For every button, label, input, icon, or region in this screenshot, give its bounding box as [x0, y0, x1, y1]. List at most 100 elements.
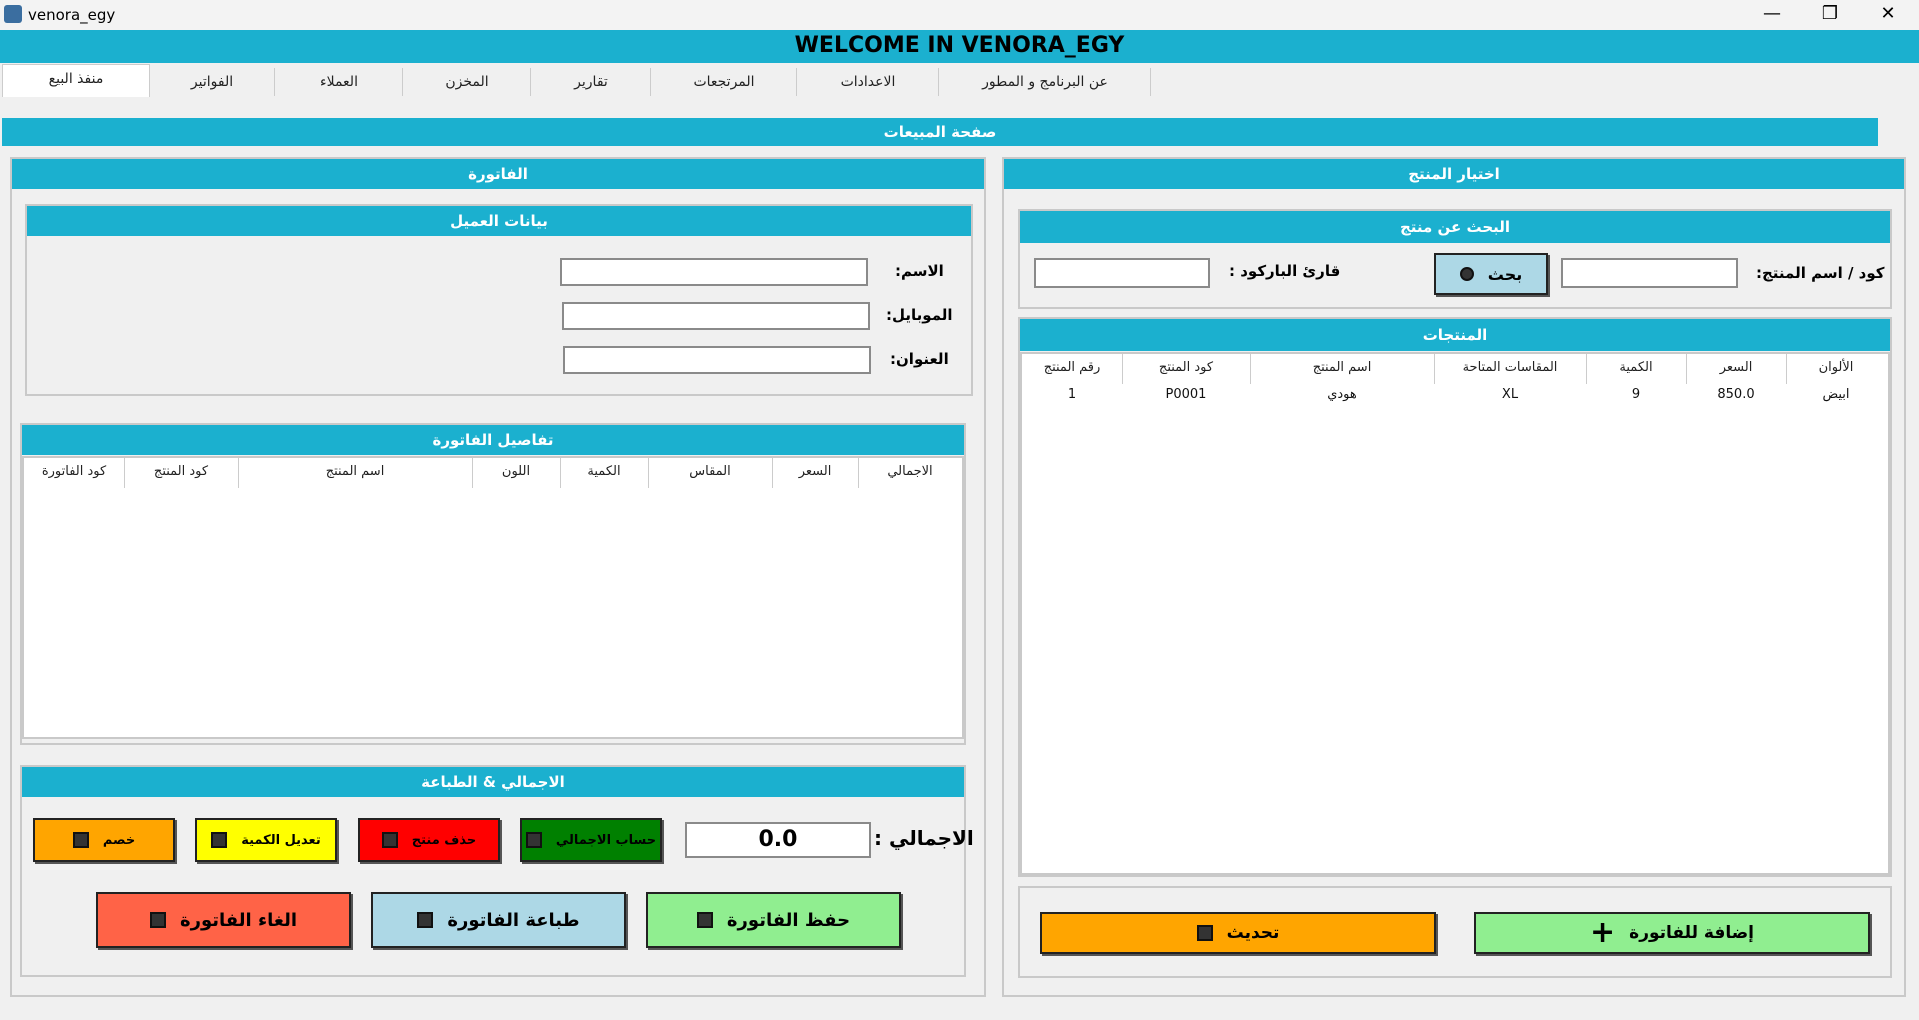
trash-icon [381, 832, 398, 848]
col-size[interactable]: المقاس [648, 464, 772, 479]
cell-color[interactable]: ابيض [1786, 387, 1886, 402]
search-icon [1459, 267, 1474, 281]
col-divider [858, 458, 859, 488]
app-icon [4, 5, 22, 23]
add-to-invoice-button[interactable]: إضافة للفاتورة + [1474, 912, 1870, 954]
discount-label: خصم [102, 832, 136, 848]
invoice-details-table[interactable]: الاجمالي السعر المقاس الكمية اللون اسم ا… [22, 456, 964, 739]
plus-icon: + [1590, 915, 1616, 950]
cell-sizes[interactable]: XL [1434, 387, 1586, 402]
col-product-code[interactable]: كود المنتج [1122, 360, 1250, 375]
save-invoice-button[interactable]: حفظ الفاتورة [646, 892, 901, 948]
window-titlebar: venora_egy — ❐ ✕ [0, 0, 1919, 30]
total-label: الاجمالي : [874, 826, 974, 850]
edit-qty-label: تعديل الكمية [241, 832, 321, 848]
search-title: البحث عن منتج [1020, 211, 1890, 243]
discount-icon [72, 832, 89, 848]
product-code-input[interactable] [1561, 258, 1738, 288]
col-color[interactable]: اللون [472, 464, 560, 479]
tab-customers[interactable]: العملاء [276, 68, 403, 96]
col-divider [1686, 354, 1687, 384]
col-invoice-code[interactable]: كود الفاتورة [24, 464, 124, 479]
col-divider [772, 458, 773, 488]
col-price[interactable]: السعر [772, 464, 858, 479]
refresh-button[interactable]: تحديث [1040, 912, 1436, 954]
calc-total-button[interactable]: حساب الاجمالي [520, 818, 662, 862]
tab-about[interactable]: عن البرنامج و المطور [940, 68, 1151, 96]
edit-icon [211, 832, 228, 848]
products-table[interactable]: الألوان السعر الكمية المقاسات المتاحة اس… [1020, 352, 1890, 875]
cell-product-number[interactable]: 1 [1022, 387, 1122, 402]
refresh-label: تحديث [1226, 923, 1280, 943]
col-divider [1586, 354, 1587, 384]
customer-mobile-input[interactable] [562, 302, 870, 330]
customer-address-label: العنوان: [890, 350, 949, 368]
customer-address-input[interactable] [563, 346, 871, 374]
invoice-title: الفاتورة [12, 159, 984, 189]
trash-icon [150, 912, 166, 928]
discount-button[interactable]: خصم [33, 818, 175, 862]
barcode-label: قارئ الباركود : [1229, 262, 1341, 280]
product-code-label: كود / اسم المنتج: [1756, 264, 1885, 282]
invoice-details-title: تفاصيل الفاتورة [22, 425, 964, 455]
total-value: 0.0 [685, 822, 871, 858]
cell-quantity[interactable]: 9 [1586, 387, 1686, 402]
print-invoice-label: طباعة الفاتورة [447, 909, 580, 931]
totals-title: الاجمالي & الطباعة [22, 767, 964, 797]
search-button[interactable]: بحث [1434, 253, 1548, 295]
col-divider [1786, 354, 1787, 384]
tab-pos[interactable]: منفذ البيع [2, 64, 150, 97]
calculator-icon [525, 832, 542, 848]
col-divider [1122, 354, 1123, 384]
edit-qty-button[interactable]: تعديل الكمية [195, 818, 337, 862]
col-divider [472, 458, 473, 488]
customer-mobile-label: الموبايل: [886, 306, 953, 324]
delete-product-button[interactable]: حذف منتج [358, 818, 500, 862]
print-invoice-button[interactable]: طباعة الفاتورة [371, 892, 626, 948]
tab-invoices[interactable]: الفواتير [150, 68, 275, 96]
customer-title: بيانات العميل [27, 206, 971, 236]
tab-returns[interactable]: المرتجعات [652, 68, 797, 96]
col-divider [238, 458, 239, 488]
customer-name-input[interactable] [560, 258, 868, 286]
tab-inventory[interactable]: المخزن [404, 68, 531, 96]
col-divider [1434, 354, 1435, 384]
add-to-invoice-label: إضافة للفاتورة [1629, 923, 1754, 943]
refresh-icon [1196, 925, 1213, 941]
col-divider [124, 458, 125, 488]
save-icon [696, 912, 713, 928]
products-title: المنتجات [1020, 319, 1890, 351]
col-product-name[interactable]: اسم المنتج [238, 464, 472, 479]
tab-reports[interactable]: تقارير [532, 68, 651, 96]
close-button[interactable]: ✕ [1859, 0, 1917, 30]
col-colors[interactable]: الألوان [1786, 360, 1886, 375]
calc-total-label: حساب الاجمالي [555, 832, 657, 848]
main-tabs: منفذ البيع الفواتير العملاء المخزن تقاري… [0, 64, 1919, 97]
delete-product-label: حذف منتج [411, 832, 477, 848]
col-divider [1250, 354, 1251, 384]
col-divider [560, 458, 561, 488]
cancel-invoice-button[interactable]: الغاء الفاتورة [96, 892, 351, 948]
welcome-text: WELCOME IN VENORA_EGY [794, 33, 1125, 58]
minimize-button[interactable]: — [1743, 0, 1801, 30]
save-invoice-label: حفظ الفاتورة [726, 909, 851, 931]
col-divider [648, 458, 649, 488]
cell-product-code[interactable]: P0001 [1122, 387, 1250, 402]
cell-price[interactable]: 850.0 [1686, 387, 1786, 402]
welcome-banner: WELCOME IN VENORA_EGY [0, 30, 1919, 63]
barcode-input[interactable] [1034, 258, 1210, 288]
col-product-number[interactable]: رقم المنتج [1022, 360, 1122, 375]
maximize-button[interactable]: ❐ [1801, 0, 1859, 30]
cell-product-name[interactable]: هودي [1250, 387, 1434, 402]
cancel-invoice-label: الغاء الفاتورة [180, 909, 297, 931]
customer-name-label: الاسم: [895, 262, 944, 280]
col-product-name[interactable]: اسم المنتج [1250, 360, 1434, 375]
col-sizes[interactable]: المقاسات المتاحة [1434, 360, 1586, 375]
col-price[interactable]: السعر [1686, 360, 1786, 375]
printer-icon [417, 912, 434, 928]
col-product-code[interactable]: كود المنتج [124, 464, 238, 479]
col-quantity[interactable]: الكمية [560, 464, 648, 479]
tab-settings[interactable]: الاعدادات [798, 68, 939, 96]
col-total[interactable]: الاجمالي [858, 464, 962, 479]
col-quantity[interactable]: الكمية [1586, 360, 1686, 375]
